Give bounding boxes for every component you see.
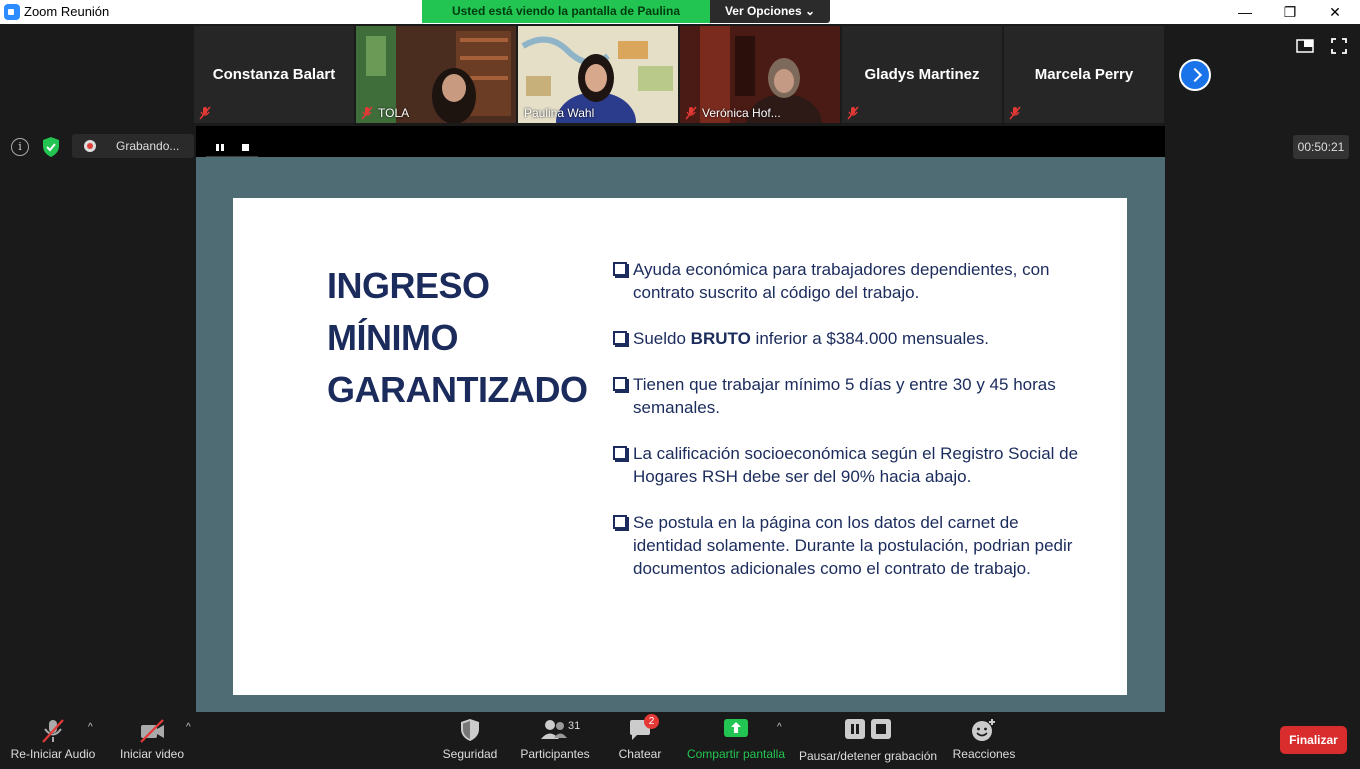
participant-label: TOLA: [378, 106, 410, 120]
next-page-arrow-icon[interactable]: [1179, 59, 1211, 91]
video-off-icon: [140, 719, 164, 743]
close-button[interactable]: ✕: [1312, 0, 1358, 24]
recording-status-text: Grabando...: [116, 139, 180, 153]
slide-title-line: INGRESO: [327, 265, 490, 306]
meeting-toolbar: Re-Iniciar Audio ^ Iniciar video ^ Segur…: [0, 712, 1360, 769]
muted-mic-icon: [361, 106, 373, 120]
share-screen-button[interactable]: Compartir pantalla: [684, 712, 788, 769]
participant-tile[interactable]: Constanza Balart: [194, 26, 354, 123]
fullscreen-icon[interactable]: [1331, 38, 1347, 54]
slide-bullet: Se postula en la página con los datos de…: [611, 511, 1091, 580]
reactions-button-label: Reacciones: [952, 747, 1016, 761]
meeting-timer: 00:50:21: [1293, 135, 1349, 159]
reactions-button[interactable]: Reacciones: [950, 712, 1018, 769]
restore-button[interactable]: ❐: [1267, 0, 1313, 24]
share-screen-button-label: Compartir pantalla: [686, 747, 786, 761]
security-button[interactable]: Seguridad: [438, 712, 502, 769]
share-options-caret-icon[interactable]: ^: [777, 722, 782, 733]
slide-title-line: MÍNIMO: [327, 317, 458, 358]
muted-mic-icon: [847, 106, 859, 120]
pause-stop-recording-label: Pausar/detener grabación: [798, 749, 938, 763]
minimize-button[interactable]: —: [1222, 0, 1268, 24]
checkbox-bullet-icon: [613, 377, 627, 391]
audio-button-label: Re-Iniciar Audio: [10, 747, 96, 761]
participant-tile-active-speaker[interactable]: Paulina Wahl: [518, 26, 678, 123]
audio-options-caret-icon[interactable]: ^: [88, 722, 93, 733]
participant-tile[interactable]: Verónica Hof...: [680, 26, 840, 123]
muted-mic-icon: [1009, 106, 1021, 120]
participant-tile[interactable]: Gladys Martinez: [842, 26, 1002, 123]
chat-unread-badge: 2: [644, 714, 659, 729]
video-button-label: Iniciar video: [119, 747, 185, 761]
slide-title-line: GARANTIZADO: [327, 369, 588, 410]
audio-button[interactable]: Re-Iniciar Audio: [8, 712, 98, 769]
encryption-shield-icon[interactable]: [41, 136, 61, 158]
slide-bullet-list: Ayuda económica para trabajadores depend…: [611, 258, 1091, 603]
shared-screen-area: INGRESO MÍNIMO GARANTIZADO Ayuda económi…: [196, 157, 1165, 712]
slide-bullet: Tienen que trabajar mínimo 5 días y entr…: [611, 373, 1091, 419]
security-shield-icon: [461, 719, 479, 741]
view-layout-icon[interactable]: [1296, 38, 1314, 54]
participant-name: Gladys Martinez: [864, 66, 980, 83]
participant-tile[interactable]: Marcela Perry: [1004, 26, 1164, 123]
recording-dot-icon: [84, 140, 96, 152]
muted-mic-icon: [42, 719, 64, 743]
end-meeting-button[interactable]: Finalizar: [1280, 726, 1347, 754]
window-title: Zoom Reunión: [24, 4, 110, 19]
stop-recording-icon[interactable]: [242, 144, 249, 151]
participants-count: 31: [568, 720, 581, 732]
participant-label: Verónica Hof...: [702, 106, 781, 120]
zoom-app-icon: [4, 4, 20, 20]
presentation-slide: INGRESO MÍNIMO GARANTIZADO Ayuda económi…: [233, 198, 1127, 695]
checkbox-bullet-icon: [613, 331, 627, 345]
participants-button-label: Participantes: [520, 747, 590, 761]
meeting-info-icon[interactable]: i: [11, 138, 29, 156]
pause-recording-icon[interactable]: [216, 144, 224, 151]
video-options-caret-icon[interactable]: ^: [186, 722, 191, 733]
checkbox-bullet-icon: [613, 262, 627, 276]
chat-button[interactable]: 2 Chatear: [614, 712, 666, 769]
muted-mic-icon: [685, 106, 697, 120]
slide-bullet: Sueldo BRUTO inferior a $384.000 mensual…: [611, 327, 1091, 350]
participant-name: Marcela Perry: [1034, 66, 1134, 83]
share-screen-icon: [724, 719, 748, 737]
slide-bullet: Ayuda económica para trabajadores depend…: [611, 258, 1091, 304]
slide-bullet: La calificación socioeconómica según el …: [611, 442, 1091, 488]
participant-label: Paulina Wahl: [524, 106, 595, 120]
participant-tile[interactable]: TOLA: [356, 26, 516, 123]
pause-stop-recording-icon: [845, 719, 891, 739]
security-button-label: Seguridad: [442, 747, 498, 761]
screen-share-banner: Usted está viendo la pantalla de Paulina…: [422, 0, 830, 41]
checkbox-bullet-icon: [613, 446, 627, 460]
reactions-emoji-icon: [972, 719, 995, 741]
pause-stop-recording-button[interactable]: Pausar/detener grabación: [798, 712, 938, 769]
participants-icon: [541, 720, 567, 739]
recording-indicator[interactable]: Grabando...: [72, 134, 194, 158]
checkbox-bullet-icon: [613, 515, 627, 529]
muted-mic-icon: [199, 106, 211, 120]
slide-title: INGRESO MÍNIMO GARANTIZADO: [327, 260, 588, 416]
participant-name: Constanza Balart: [212, 66, 336, 83]
view-options-button[interactable]: Ver Opciones ⌄: [710, 0, 830, 23]
video-button[interactable]: Iniciar video: [114, 712, 190, 769]
recording-controls-bar: [196, 126, 1165, 159]
viewing-share-message: Usted está viendo la pantalla de Paulina…: [422, 0, 710, 41]
participants-button[interactable]: 31 Participantes: [518, 712, 592, 769]
chat-button-label: Chatear: [618, 747, 662, 761]
